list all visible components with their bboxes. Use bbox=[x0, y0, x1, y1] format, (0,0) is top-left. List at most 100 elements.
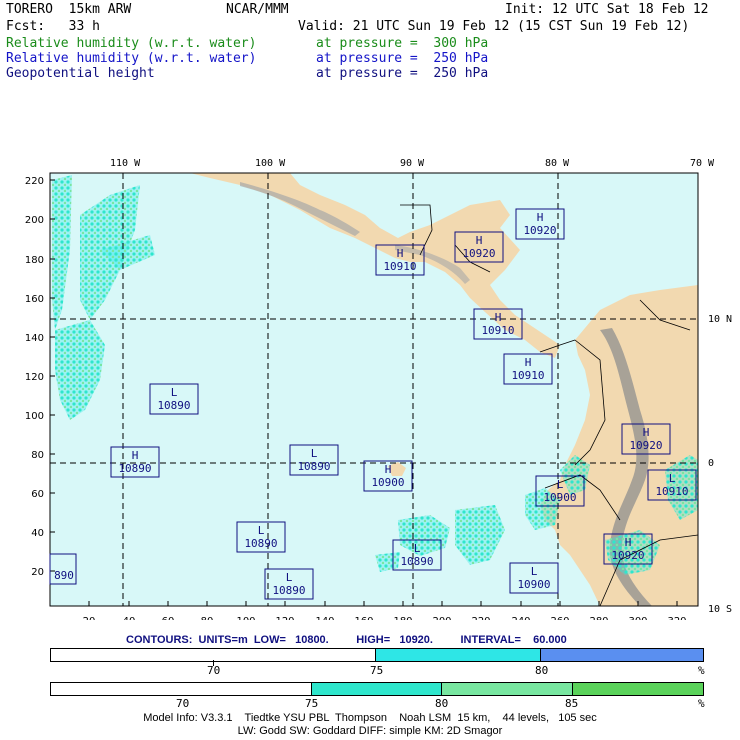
svg-text:10920: 10920 bbox=[462, 247, 495, 260]
grid-x-label: 220 bbox=[471, 616, 490, 620]
colorbar-300-label: % bbox=[698, 697, 705, 710]
forecast-hour: Fcst: 33 h bbox=[6, 19, 100, 34]
colorbar-segment bbox=[376, 649, 541, 661]
field-3-level: at pressure = 250 hPa bbox=[316, 66, 489, 81]
svg-text:H: H bbox=[385, 463, 392, 476]
grid-x-label: 300 bbox=[628, 616, 647, 620]
field-1-name: Relative humidity (w.r.t. water) bbox=[6, 36, 257, 51]
init-time: Init: 12 UTC Sat 18 Feb 12 bbox=[505, 2, 709, 17]
lon-label: 100 W bbox=[255, 158, 286, 169]
colorbar-250-label: 80 bbox=[535, 664, 549, 677]
lat-label: 10 N bbox=[708, 314, 732, 325]
grid-y-label: 220 bbox=[25, 176, 44, 187]
svg-text:10910: 10910 bbox=[383, 260, 416, 273]
grid-y-label: 120 bbox=[25, 372, 44, 383]
center-name: NCAR/MMM bbox=[226, 2, 289, 17]
grid-y-label: 60 bbox=[31, 489, 44, 500]
valid-time: Valid: 21 UTC Sun 19 Feb 12 (15 CST Sun … bbox=[298, 19, 690, 34]
model-info: Model Info: V3.3.1 Tiedtke YSU PBL Thomp… bbox=[143, 712, 597, 724]
svg-text:10890: 10890 bbox=[400, 555, 433, 568]
svg-text:10890: 10890 bbox=[297, 460, 330, 473]
grid-y-label: 80 bbox=[31, 450, 44, 461]
model-physics: LW: Godd SW: Goddard DIFF: simple KM: 2D… bbox=[237, 725, 503, 737]
colorbar-300-label: 85 bbox=[565, 697, 579, 710]
grid-y-label: 180 bbox=[25, 255, 44, 266]
svg-text:H: H bbox=[132, 449, 139, 462]
contour-info: CONTOURS: UNITS=m LOW= 10800. HIGH= 1092… bbox=[126, 634, 567, 646]
colorbar-300-label: 75 bbox=[305, 697, 319, 710]
grid-x-label: 260 bbox=[550, 616, 569, 620]
svg-text:10890: 10890 bbox=[118, 462, 151, 475]
grid-x-label: 320 bbox=[667, 616, 686, 620]
weather-map: 110 W 100 W 90 W 80 W 70 W 10 N 0 10 S 2… bbox=[25, 158, 732, 620]
grid-x-label: 200 bbox=[432, 616, 451, 620]
grid-y-label: 100 bbox=[25, 411, 44, 422]
svg-text:L: L bbox=[311, 447, 318, 460]
grid-y-label: 140 bbox=[25, 333, 44, 344]
grid-x-label: 20 bbox=[83, 616, 96, 620]
svg-text:H: H bbox=[643, 426, 650, 439]
lon-label: 80 W bbox=[545, 158, 570, 169]
lat-label: 10 S bbox=[708, 604, 732, 615]
colorbar-250 bbox=[50, 648, 704, 662]
lon-label: 110 W bbox=[110, 158, 141, 169]
svg-text:10920: 10920 bbox=[629, 439, 662, 452]
colorbar-300 bbox=[50, 682, 704, 696]
svg-text:10910: 10910 bbox=[511, 369, 544, 382]
grid-x-label: 120 bbox=[275, 616, 294, 620]
model-name: TORERO 15km ARW bbox=[6, 2, 132, 17]
svg-text:10900: 10900 bbox=[517, 578, 550, 591]
grid-x-label: 240 bbox=[511, 616, 530, 620]
svg-text:L: L bbox=[531, 565, 538, 578]
grid-x-label: 160 bbox=[354, 616, 373, 620]
svg-text:H: H bbox=[476, 234, 483, 247]
colorbar-250-label: 75 bbox=[370, 664, 384, 677]
colorbar-segment bbox=[51, 683, 312, 695]
svg-text:10920: 10920 bbox=[611, 549, 644, 562]
svg-text:H: H bbox=[397, 247, 404, 260]
svg-text:10890: 10890 bbox=[157, 399, 190, 412]
grid-y-label: 160 bbox=[25, 294, 44, 305]
grid-y-label: 200 bbox=[25, 215, 44, 226]
grid-y-label: 20 bbox=[31, 567, 44, 578]
svg-text:10890: 10890 bbox=[244, 537, 277, 550]
svg-text:10910: 10910 bbox=[655, 485, 688, 498]
svg-text:10900: 10900 bbox=[543, 491, 576, 504]
grid-x-label: 40 bbox=[123, 616, 136, 620]
svg-text:H: H bbox=[625, 536, 632, 549]
svg-text:H: H bbox=[525, 356, 532, 369]
colorbar-segment bbox=[541, 649, 703, 661]
svg-text:10900: 10900 bbox=[371, 476, 404, 489]
svg-text:L: L bbox=[171, 386, 178, 399]
colorbar-250-label: 70 bbox=[207, 664, 221, 677]
lon-label: 90 W bbox=[400, 158, 425, 169]
grid-x-label: 280 bbox=[589, 616, 608, 620]
colorbar-segment bbox=[442, 683, 573, 695]
svg-text:L: L bbox=[286, 571, 293, 584]
colorbar-segment bbox=[573, 683, 703, 695]
colorbar-segment bbox=[312, 683, 442, 695]
colorbar-300-label: 70 bbox=[176, 697, 190, 710]
svg-text:H: H bbox=[495, 311, 502, 324]
lat-label: 0 bbox=[708, 458, 714, 469]
field-1-level: at pressure = 300 hPa bbox=[316, 36, 489, 51]
colorbar-250-label: % bbox=[698, 664, 705, 677]
field-3-name: Geopotential height bbox=[6, 66, 155, 81]
grid-x-label: 80 bbox=[201, 616, 214, 620]
svg-text:890: 890 bbox=[54, 569, 74, 582]
svg-text:L: L bbox=[557, 478, 564, 491]
grid-x-label: 140 bbox=[315, 616, 334, 620]
svg-text:L: L bbox=[669, 472, 676, 485]
svg-text:10890: 10890 bbox=[272, 584, 305, 597]
grid-x-label: 100 bbox=[236, 616, 255, 620]
lon-label: 70 W bbox=[690, 158, 715, 169]
field-2-level: at pressure = 250 hPa bbox=[316, 51, 489, 66]
colorbar-300-label: 80 bbox=[435, 697, 449, 710]
field-2-name: Relative humidity (w.r.t. water) bbox=[6, 51, 257, 66]
svg-text:10920: 10920 bbox=[523, 224, 556, 237]
svg-text:L: L bbox=[258, 524, 265, 537]
svg-text:10910: 10910 bbox=[481, 324, 514, 337]
grid-x-label: 180 bbox=[393, 616, 412, 620]
svg-text:L: L bbox=[414, 542, 421, 555]
svg-text:H: H bbox=[537, 211, 544, 224]
